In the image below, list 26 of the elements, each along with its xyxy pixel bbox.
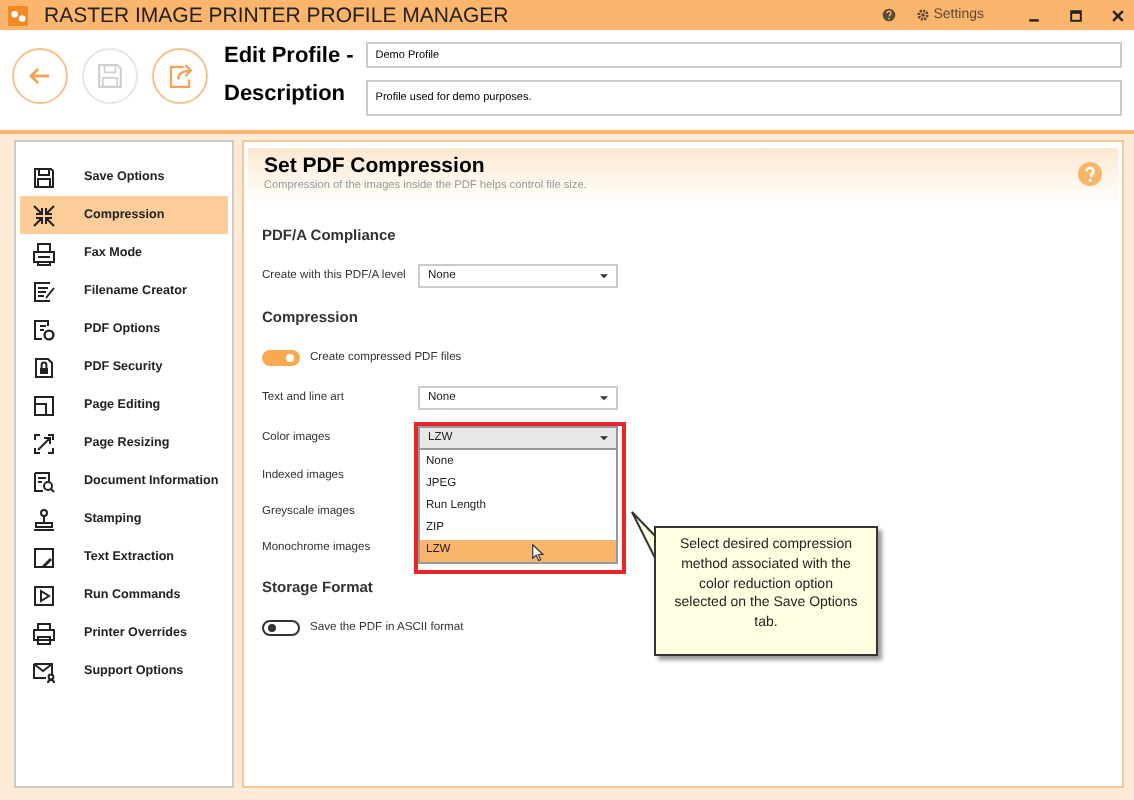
envelope-person-icon xyxy=(32,659,56,683)
maximize-icon[interactable] xyxy=(1068,7,1084,23)
description-label: Description xyxy=(224,80,348,108)
pencil-document-icon xyxy=(32,279,56,303)
profile-name-label: Edit Profile - xyxy=(224,42,354,70)
document-pencil-icon xyxy=(32,545,56,569)
toggle-switch[interactable] xyxy=(262,620,300,636)
play-icon xyxy=(32,583,56,607)
window-title: RASTER IMAGE PRINTER PROFILE MANAGER xyxy=(44,3,509,27)
caret-icon xyxy=(600,273,608,279)
page-icon xyxy=(32,393,56,417)
stamp-icon xyxy=(32,507,56,531)
resize-arrows-icon xyxy=(32,431,56,455)
printer-icon xyxy=(32,621,56,645)
caret-icon xyxy=(600,435,608,441)
gear-icon xyxy=(915,8,930,22)
toggle-switch[interactable] xyxy=(262,350,300,366)
close-icon[interactable] xyxy=(1110,7,1126,23)
compress-arrows-icon xyxy=(32,203,56,227)
help-icon[interactable] xyxy=(881,8,896,22)
lock-document-icon xyxy=(32,355,56,379)
caret-icon xyxy=(600,395,608,401)
fax-icon xyxy=(32,241,56,265)
document-search-icon xyxy=(32,469,56,493)
app-logo-icon xyxy=(8,5,28,25)
panel-title: Set PDF Compression xyxy=(264,154,487,178)
